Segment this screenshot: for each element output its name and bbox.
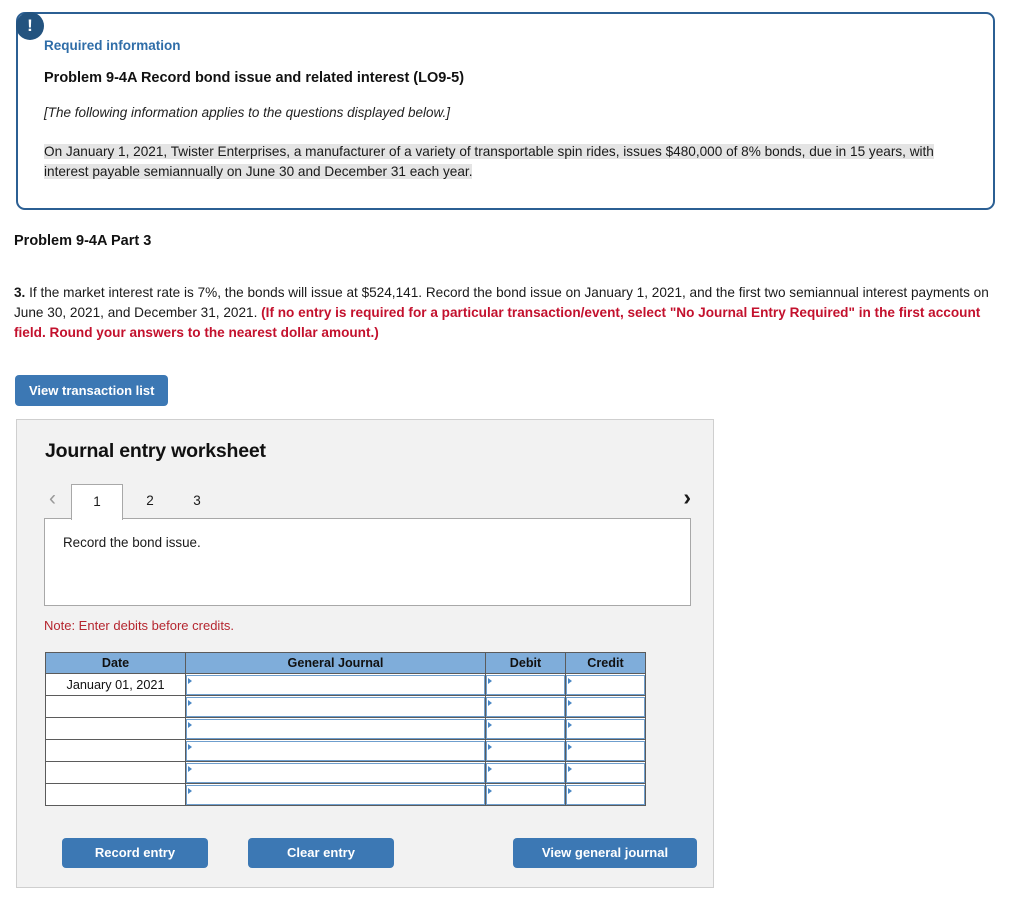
debit-cell (485, 761, 566, 784)
scenario-paragraph: On January 1, 2021, Twister Enterprises,… (44, 142, 939, 182)
general-journal-cell (185, 739, 486, 762)
credit-cell (565, 695, 646, 718)
column-header-credit: Credit (565, 652, 646, 674)
date-cell[interactable] (45, 717, 186, 740)
journal-entry-worksheet: Journal entry worksheet ‹ 1 2 3 › Record… (16, 419, 714, 888)
debit-input[interactable] (486, 740, 565, 761)
debit-input[interactable] (486, 784, 565, 805)
credit-cell (565, 739, 646, 762)
question-block: 3. If the market interest rate is 7%, th… (14, 283, 1010, 343)
credit-input[interactable] (566, 674, 645, 695)
general-journal-select[interactable] (186, 784, 485, 805)
credit-cell (565, 761, 646, 784)
worksheet-title: Journal entry worksheet (45, 440, 266, 462)
tab-content-text: Record the bond issue. (63, 535, 201, 550)
debit-input[interactable] (486, 762, 565, 783)
debit-input[interactable] (486, 674, 565, 695)
journal-table: Date General Journal Debit Credit Januar… (45, 652, 646, 806)
debit-input[interactable] (486, 696, 565, 717)
table-row (45, 783, 646, 806)
table-header-row: Date General Journal Debit Credit (45, 652, 646, 674)
debit-cell (485, 717, 566, 740)
view-transaction-list-button[interactable]: View transaction list (15, 375, 169, 406)
worksheet-tabbar: ‹ 1 2 3 › (43, 482, 691, 520)
date-cell[interactable] (45, 783, 186, 806)
table-row (45, 761, 646, 784)
credit-cell (565, 717, 646, 740)
tab-content-panel: Record the bond issue. (44, 518, 691, 606)
part-heading: Problem 9-4A Part 3 (14, 233, 152, 249)
record-entry-button[interactable]: Record entry (62, 838, 208, 868)
general-journal-cell (185, 673, 486, 696)
required-information-box: Required information Problem 9-4A Record… (16, 12, 995, 210)
question-number: 3. (14, 285, 26, 300)
required-information-panel: ! Required information Problem 9-4A Reco… (16, 12, 995, 210)
general-journal-cell (185, 761, 486, 784)
clear-entry-button[interactable]: Clear entry (248, 838, 394, 868)
credit-cell (565, 673, 646, 696)
date-cell[interactable] (45, 695, 186, 718)
table-row (45, 695, 646, 718)
tab-3[interactable]: 3 (179, 484, 215, 518)
column-header-debit: Debit (485, 652, 566, 674)
general-journal-cell (185, 695, 486, 718)
chevron-right-icon[interactable]: › (683, 482, 691, 512)
applies-note: [The following information applies to th… (44, 105, 450, 120)
view-general-journal-button[interactable]: View general journal (513, 838, 697, 868)
tab-2[interactable]: 2 (132, 484, 168, 518)
column-header-date: Date (45, 652, 186, 674)
general-journal-select[interactable] (186, 696, 485, 717)
debit-cell (485, 783, 566, 806)
exclamation-icon: ! (16, 12, 44, 40)
credit-input[interactable] (566, 740, 645, 761)
general-journal-cell (185, 783, 486, 806)
debit-cell (485, 739, 566, 762)
general-journal-cell (185, 717, 486, 740)
general-journal-select[interactable] (186, 762, 485, 783)
debit-cell (485, 673, 566, 696)
general-journal-select[interactable] (186, 740, 485, 761)
debit-cell (485, 695, 566, 718)
credit-cell (565, 783, 646, 806)
general-journal-select[interactable] (186, 718, 485, 739)
date-cell: January 01, 2021 (45, 673, 186, 696)
problem-title: Problem 9-4A Record bond issue and relat… (44, 70, 465, 86)
credit-input[interactable] (566, 784, 645, 805)
general-journal-select[interactable] (186, 674, 485, 695)
date-cell[interactable] (45, 761, 186, 784)
table-row: January 01, 2021 (45, 673, 646, 696)
date-cell[interactable] (45, 739, 186, 762)
table-row (45, 739, 646, 762)
table-row (45, 717, 646, 740)
tab-1[interactable]: 1 (71, 484, 123, 520)
required-information-label: Required information (44, 38, 181, 53)
credit-input[interactable] (566, 696, 645, 717)
column-header-general-journal: General Journal (185, 652, 486, 674)
debits-before-credits-note: Note: Enter debits before credits. (44, 618, 235, 633)
credit-input[interactable] (566, 762, 645, 783)
scenario-text: On January 1, 2021, Twister Enterprises,… (44, 144, 934, 179)
debit-input[interactable] (486, 718, 565, 739)
credit-input[interactable] (566, 718, 645, 739)
chevron-left-icon[interactable]: ‹ (49, 484, 56, 514)
